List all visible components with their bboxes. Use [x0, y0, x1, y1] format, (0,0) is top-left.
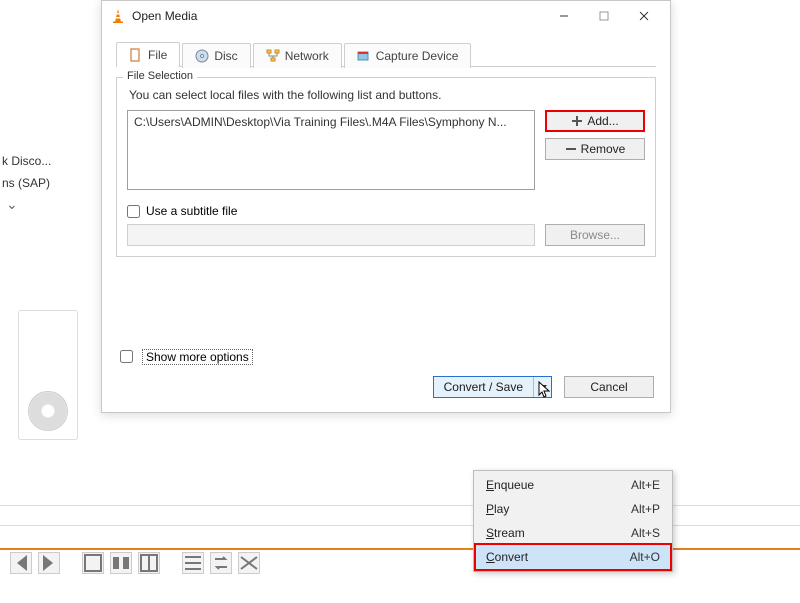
open-media-dialog: Open Media File Disc Network Capture Dev [101, 0, 671, 413]
file-icon [129, 48, 143, 62]
button-label: Convert / Save [434, 377, 533, 397]
file-list[interactable]: C:\Users\ADMIN\Desktop\Via Training File… [127, 110, 535, 190]
tab-disc[interactable]: Disc [182, 43, 250, 68]
divider [0, 525, 800, 526]
sidebar-item: ns (SAP) [0, 172, 80, 194]
background-sidebar: k Disco... ns (SAP) ⌄ [0, 150, 80, 215]
playlist-icon[interactable] [182, 552, 204, 574]
convert-save-dropdown-arrow[interactable] [533, 377, 551, 397]
dialog-footer: Convert / Save Cancel [116, 376, 656, 398]
cursor-icon [538, 381, 552, 399]
loop-icon[interactable] [210, 552, 232, 574]
show-more-options-row[interactable]: Show more options [116, 347, 656, 366]
minus-icon [565, 143, 577, 155]
convert-save-button[interactable]: Convert / Save [433, 376, 552, 398]
next-icon[interactable] [38, 552, 60, 574]
plus-icon [571, 115, 583, 127]
menu-item-play[interactable]: Play Alt+P [476, 497, 670, 521]
subtitle-path-field [127, 224, 535, 246]
titlebar: Open Media [102, 1, 670, 31]
shuffle-icon[interactable] [238, 552, 260, 574]
add-file-button[interactable]: Add... [545, 110, 645, 132]
shortcut-text: Alt+S [631, 526, 660, 540]
sidebar-item: k Disco... [0, 150, 80, 172]
remove-file-button[interactable]: Remove [545, 138, 645, 160]
show-more-label: Show more options [142, 349, 253, 365]
shortcut-text: Alt+E [631, 478, 660, 492]
use-subtitle-label: Use a subtitle file [146, 204, 237, 218]
seek-bar-accent [0, 548, 800, 550]
menu-item-enqueue[interactable]: Enqueue Alt+E [476, 473, 670, 497]
tab-capture-device[interactable]: Capture Device [344, 43, 472, 68]
convert-save-menu: Enqueue Alt+E Play Alt+P Stream Alt+S Co… [473, 470, 673, 572]
fullscreen-icon[interactable] [82, 552, 104, 574]
tab-label: File [148, 48, 167, 62]
use-subtitle-checkbox[interactable] [127, 205, 140, 218]
cancel-button[interactable]: Cancel [564, 376, 654, 398]
tab-label: Network [285, 49, 329, 63]
close-button[interactable] [624, 2, 664, 30]
file-selection-instructions: You can select local files with the foll… [129, 88, 645, 102]
maximize-button[interactable] [584, 2, 624, 30]
background-disc-thumbnail [18, 310, 78, 440]
button-label: Add... [587, 114, 618, 128]
button-label: Remove [581, 142, 626, 156]
divider [0, 505, 800, 506]
group-label: File Selection [123, 70, 197, 82]
file-path: C:\Users\ADMIN\Desktop\Via Training File… [134, 115, 507, 129]
vlc-cone-icon [110, 8, 126, 24]
view-icon[interactable] [138, 552, 160, 574]
settings-icon[interactable] [110, 552, 132, 574]
button-label: Browse... [570, 228, 620, 242]
dialog-title: Open Media [132, 9, 544, 23]
playback-controls [10, 552, 260, 574]
tab-network[interactable]: Network [253, 43, 342, 68]
minimize-button[interactable] [544, 2, 584, 30]
tab-file[interactable]: File [116, 42, 180, 67]
shortcut-text: Alt+P [631, 502, 660, 516]
menu-item-convert[interactable]: Convert Alt+O [476, 545, 670, 569]
show-more-checkbox[interactable] [120, 350, 133, 363]
source-tabs: File Disc Network Capture Device [116, 41, 656, 67]
chevron-down-icon: ⌄ [0, 194, 80, 215]
capture-icon [357, 49, 371, 63]
button-label: Cancel [590, 380, 627, 394]
file-selection-group: File Selection You can select local file… [116, 77, 656, 257]
tab-label: Capture Device [376, 49, 459, 63]
tab-label: Disc [214, 49, 237, 63]
browse-subtitle-button: Browse... [545, 224, 645, 246]
network-icon [266, 49, 280, 63]
menu-item-stream[interactable]: Stream Alt+S [476, 521, 670, 545]
prev-icon[interactable] [10, 552, 32, 574]
shortcut-text: Alt+O [630, 550, 660, 564]
disc-icon [28, 391, 68, 431]
disc-icon [195, 49, 209, 63]
